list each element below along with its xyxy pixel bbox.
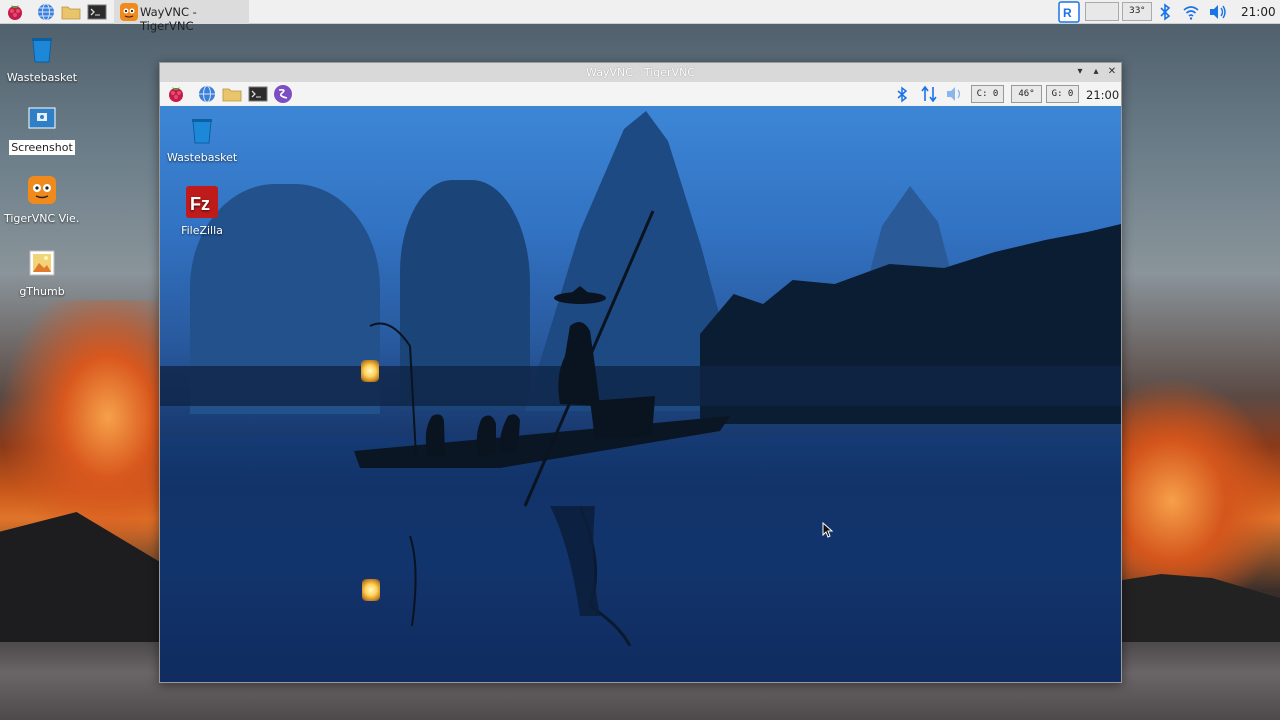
cpu-monitor[interactable] [1085, 2, 1119, 21]
mouse-cursor-icon [822, 522, 834, 538]
screenshot-icon [28, 107, 56, 129]
remote-desktop-icon-filezilla[interactable]: Fz FileZilla [167, 186, 237, 237]
gthumb-icon [29, 250, 55, 276]
bluetooth-icon[interactable] [896, 86, 908, 103]
wifi-icon[interactable] [1182, 3, 1200, 21]
remote-desktop-icon-wastebasket[interactable]: Wastebasket [167, 115, 237, 164]
taskbar: WayVNC - TigerVNC R 33° 21:00 [0, 0, 1280, 33]
vnc-viewer-window[interactable]: WayVNC - TigerVNC ▾ ▴ ✕ C: 0 46° G: 0 21… [159, 62, 1122, 683]
remote-desktop-icon-label: FileZilla [181, 224, 223, 237]
window-title: WayVNC - TigerVNC [586, 66, 695, 79]
wastebasket-icon [192, 119, 212, 144]
svg-text:Fz: Fz [190, 194, 210, 214]
cpu-monitor[interactable]: C: 0 [971, 85, 1004, 103]
minimize-icon[interactable]: ▾ [1073, 65, 1087, 79]
terminal-icon[interactable] [248, 84, 268, 104]
task-button-tigervnc[interactable]: WayVNC - TigerVNC [114, 0, 249, 33]
file-manager-icon[interactable] [61, 2, 81, 22]
remote-desktop[interactable]: Wastebasket Fz FileZilla [160, 106, 1121, 682]
bluetooth-icon[interactable] [1158, 3, 1172, 21]
taskbar-clock[interactable]: 21:00 [1241, 5, 1276, 19]
vnc-status-icon[interactable]: R [1058, 1, 1080, 23]
raspberry-menu-icon[interactable] [166, 84, 186, 104]
maximize-icon[interactable]: ▴ [1089, 65, 1103, 79]
volume-icon[interactable] [1208, 3, 1228, 21]
network-transfer-icon[interactable] [920, 85, 938, 103]
remote-desktop-icon-label: Wastebasket [167, 151, 238, 164]
wallpaper-sunset-right [1100, 380, 1280, 600]
wastebasket-icon [32, 38, 52, 63]
remote-taskbar: C: 0 46° G: 0 21:00 [160, 82, 1121, 106]
emacs-icon[interactable] [273, 84, 293, 104]
wallpaper-lantern-reflection [362, 579, 380, 601]
temperature-monitor[interactable]: 46° [1011, 85, 1042, 103]
desktop-icon-label: TigerVNC Vie… [4, 212, 80, 225]
temperature-monitor[interactable]: 33° [1122, 2, 1152, 21]
web-browser-icon[interactable] [197, 84, 217, 104]
file-manager-icon[interactable] [222, 84, 242, 104]
desktop-icon-label: Wastebasket [6, 71, 78, 84]
desktop-icon-wastebasket[interactable]: Wastebasket [4, 34, 80, 84]
filezilla-icon: Fz [186, 186, 218, 218]
close-icon[interactable]: ✕ [1105, 65, 1119, 79]
wallpaper-lantern [361, 360, 379, 382]
desktop-icon-gthumb[interactable]: gThumb [4, 248, 80, 298]
tigervnc-icon [28, 176, 56, 204]
gpu-monitor[interactable]: G: 0 [1046, 85, 1079, 103]
raspberry-menu-icon[interactable] [5, 2, 25, 22]
remote-clock[interactable]: 21:00 [1086, 88, 1119, 102]
desktop-icon-tigervnc-viewer[interactable]: TigerVNC Vie… [4, 175, 80, 225]
desktop-icon-screenshot[interactable]: Screenshot [4, 103, 80, 158]
desktop-icon-label: Screenshot [9, 140, 75, 155]
volume-icon[interactable] [946, 86, 964, 102]
task-button-label: WayVNC - TigerVNC [140, 5, 197, 33]
window-titlebar[interactable]: WayVNC - TigerVNC ▾ ▴ ✕ [160, 63, 1121, 82]
desktop-icon-label: gThumb [19, 285, 65, 298]
svg-text:R: R [1063, 6, 1072, 20]
wallpaper-fisherman [354, 210, 730, 646]
web-browser-icon[interactable] [36, 2, 56, 22]
tigervnc-icon [120, 3, 138, 21]
terminal-icon[interactable] [87, 2, 107, 22]
